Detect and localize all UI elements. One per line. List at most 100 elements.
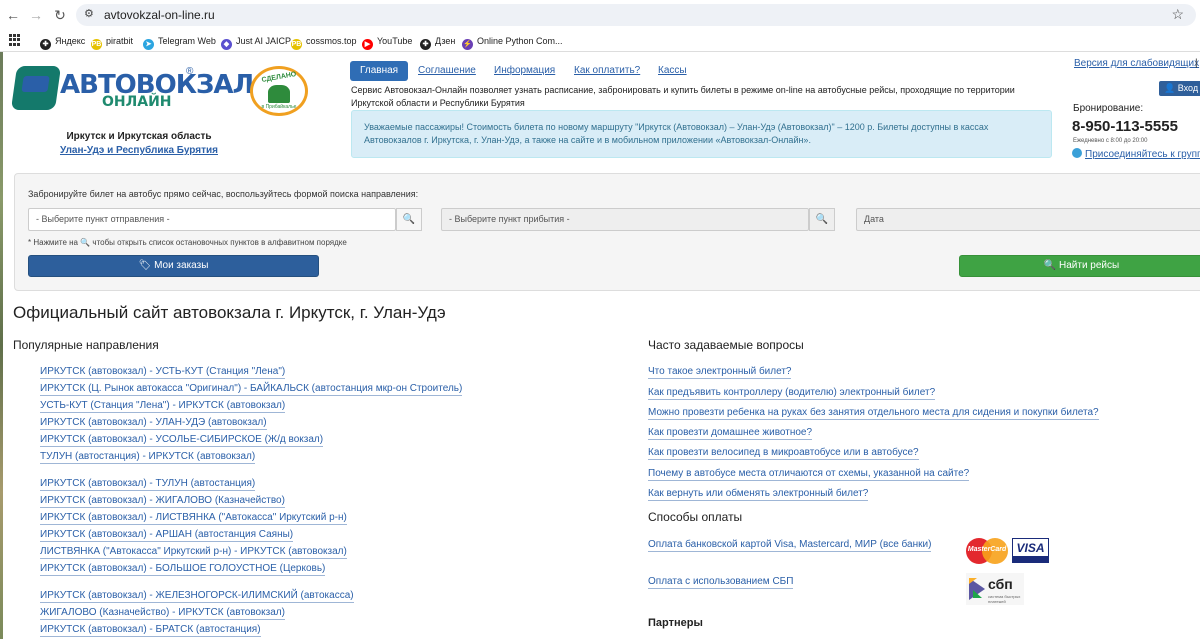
arrival-input[interactable]: - Выберите пункт прибытия -: [441, 208, 809, 231]
forward-icon[interactable]: →: [27, 6, 45, 24]
route-link[interactable]: ИРКУТСК (автовокзал) - БРАТСК (автостанц…: [40, 624, 261, 637]
badge-top-text: СДЕЛАНО: [261, 71, 297, 84]
service-description: Сервис Автовокзал-Онлайн позволяет узнат…: [351, 85, 1015, 108]
booking-label: Бронирование:: [1073, 103, 1144, 114]
route-link[interactable]: ИРКУТСК (автовокзал) - УСОЛЬЕ-СИБИРСКОЕ …: [40, 434, 324, 447]
card-payment-link[interactable]: Оплата банковской картой Visa, Mastercar…: [648, 539, 932, 552]
tab-how-to-pay[interactable]: Как оплатить?: [574, 61, 640, 81]
faq-link[interactable]: Что такое электронный билет?: [648, 366, 792, 379]
page-title: Официальный сайт автовокзала г. Иркутск,…: [13, 303, 446, 322]
bookmark-6[interactable]: ✚ Дзен: [420, 33, 456, 50]
address-bar[interactable]: ⚙ avtovokzal-on-line.ru ☆: [76, 4, 1196, 26]
faq-link[interactable]: Почему в автобусе места отличаются от сх…: [648, 468, 970, 481]
visa-logo: VISA: [1012, 538, 1049, 563]
find-trips-button[interactable]: 🔍 Найти рейсы: [959, 255, 1200, 277]
bookmark-label: Яндекс: [55, 36, 86, 46]
sbp-logo: сбп система быстрых платежей: [966, 573, 1024, 605]
bookmark-label: YouTube: [377, 36, 413, 46]
low-vision-link[interactable]: Версия для слабовидящих: [1074, 58, 1199, 69]
region-link[interactable]: Улан-Удэ и Республика Бурятия: [14, 145, 264, 156]
route-link[interactable]: ИРКУТСК (автовокзал) - ЛИСТВЯНКА ("Авток…: [40, 512, 347, 525]
bookmark-label: piratbit: [106, 36, 134, 46]
my-orders-button[interactable]: 🏷 Мои заказы: [28, 255, 319, 277]
departure-input[interactable]: - Выберите пункт отправления -: [28, 208, 396, 231]
site-settings-icon[interactable]: ⚙: [84, 7, 94, 20]
sbp-payment-link[interactable]: Оплата с использованием СБП: [648, 576, 794, 589]
date-input[interactable]: Дата: [856, 208, 1200, 231]
badge-animal-icon: [268, 85, 290, 103]
search-note: * Нажмите на 🔍 чтобы открыть список оста…: [28, 238, 347, 247]
dzen-icon: ✚: [420, 39, 431, 50]
made-in-baikal-badge: СДЕЛАНО в Прибайкалье: [250, 66, 308, 116]
python-icon: ⚡: [462, 39, 473, 50]
price-notice: Уважаемые пассажиры! Стоимость билета по…: [351, 110, 1052, 158]
route-link[interactable]: ИРКУТСК (автовокзал) - БОЛЬШОЕ ГОЛОУСТНО…: [40, 563, 326, 576]
route-link[interactable]: УСТЬ-КУТ (Станция "Лена") - ИРКУТСК (авт…: [40, 400, 286, 413]
route-link[interactable]: ИРКУТСК (автовокзал) - ЖИГАЛОВО (Казначе…: [40, 495, 285, 508]
faq-link[interactable]: Как вернуть или обменять электронный бил…: [648, 488, 869, 501]
url-text[interactable]: avtovokzal-on-line.ru: [104, 8, 215, 22]
faq-heading: Часто задаваемые вопросы: [648, 338, 804, 352]
youtube-icon: ▶: [362, 39, 373, 50]
logo-registered: ®: [186, 66, 194, 77]
route-link[interactable]: ЖИГАЛОВО (Казначейство) - ИРКУТСК (автов…: [40, 607, 285, 620]
jaicp-icon: ◆: [221, 39, 232, 50]
login-label: Вход д: [1177, 83, 1200, 93]
bookmark-0[interactable]: ✚ Яндекс: [40, 33, 86, 50]
bookmark-7[interactable]: ⚡ Online Python Com...: [462, 33, 563, 50]
header-separator: |: [1195, 58, 1198, 69]
bookmark-label: cossmos.top: [306, 36, 357, 46]
social-icon: [1072, 148, 1082, 158]
booking-phone[interactable]: 8-950-113-5555: [1072, 118, 1178, 135]
route-link[interactable]: ИРКУТСК (автовокзал) - АРШАН (автостанци…: [40, 529, 294, 542]
region-title: Иркутск и Иркутская область: [66, 131, 212, 142]
arrival-search-icon[interactable]: 🔍: [809, 208, 835, 231]
bookmark-5[interactable]: ▶ YouTube: [362, 33, 413, 50]
faq-link[interactable]: Как провезти домашнее животное?: [648, 427, 813, 440]
page-edge: [0, 52, 3, 639]
faq-link[interactable]: Как предъявить контроллеру (водителю) эл…: [648, 387, 936, 400]
departure-search-icon[interactable]: 🔍: [396, 208, 422, 231]
cossmos-icon: PB: [291, 39, 302, 50]
faq-link[interactable]: Как провезти велосипед в микроавтобусе и…: [648, 447, 919, 460]
route-link[interactable]: ТУЛУН (автостанция) - ИРКУТСК (автовокза…: [40, 451, 256, 464]
reload-icon[interactable]: ↻: [51, 6, 69, 24]
piratbit-icon: PB: [91, 39, 102, 50]
booking-hours: Ежедневно с 8:00 до 20:00: [1073, 138, 1148, 144]
bookmark-label: Just AI JAICP: [236, 36, 292, 46]
apps-grid-icon[interactable]: [9, 34, 21, 46]
route-link[interactable]: ИРКУТСК (автовокзал) - УЛАН-УДЭ (автовок…: [40, 417, 267, 430]
route-link[interactable]: ИРКУТСК (автовокзал) - ТУЛУН (автостанци…: [40, 478, 256, 491]
payment-heading: Способы оплаты: [648, 510, 743, 524]
faq-link[interactable]: Можно провезти ребенка на руках без заня…: [648, 407, 1099, 420]
bookmark-1[interactable]: PB piratbit: [91, 33, 134, 50]
route-link[interactable]: ЛИСТВЯНКА ("Автокасса" Иркутский р-н) - …: [40, 546, 347, 559]
mastercard-logo: MasterCard: [966, 538, 1008, 564]
route-link[interactable]: ИРКУТСК (автовокзал) - ЖЕЛЕЗНОГОРСК-ИЛИМ…: [40, 590, 354, 603]
route-link[interactable]: ИРКУТСК (автовокзал) - УСТЬ-КУТ (Станция…: [40, 366, 286, 379]
logo-subtitle: ОНЛАЙН: [102, 94, 172, 110]
login-button[interactable]: 👤 Вход д: [1159, 81, 1200, 96]
route-link[interactable]: ИРКУТСК (Ц. Рынок автокасса "Оригинал") …: [40, 383, 463, 396]
bookmark-label: Telegram Web: [158, 36, 216, 46]
tab-main[interactable]: Главная: [350, 61, 409, 81]
user-icon: 👤: [1164, 83, 1178, 93]
bookmark-label: Online Python Com...: [477, 36, 563, 46]
back-icon[interactable]: ←: [4, 6, 22, 24]
bookmark-label: Дзен: [435, 36, 456, 46]
tab-information[interactable]: Информация: [494, 61, 555, 81]
partners-heading: Партнеры: [648, 617, 703, 629]
bookmark-2[interactable]: ➤ Telegram Web: [143, 33, 216, 50]
tab-agreement[interactable]: Соглашение: [418, 61, 476, 81]
yandex-icon: ✚: [40, 39, 51, 50]
join-group-link[interactable]: Присоединяйтесь к группе: [1072, 148, 1200, 160]
badge-bottom-text: в Прибайкалье: [261, 104, 297, 110]
telegram-icon: ➤: [143, 39, 154, 50]
popular-routes-heading: Популярные направления: [13, 338, 159, 352]
bookmark-4[interactable]: PB cossmos.top: [291, 33, 357, 50]
bookmark-3[interactable]: ◆ Just AI JAICP: [221, 33, 292, 50]
bookmark-star-icon[interactable]: ☆: [1171, 6, 1184, 23]
join-group-label: Присоединяйтесь к группе: [1085, 149, 1200, 160]
site-logo[interactable]: АВТОВОКЗАЛ ОНЛАЙН ®: [10, 64, 254, 114]
tab-ticket-offices[interactable]: Кассы: [658, 61, 687, 81]
